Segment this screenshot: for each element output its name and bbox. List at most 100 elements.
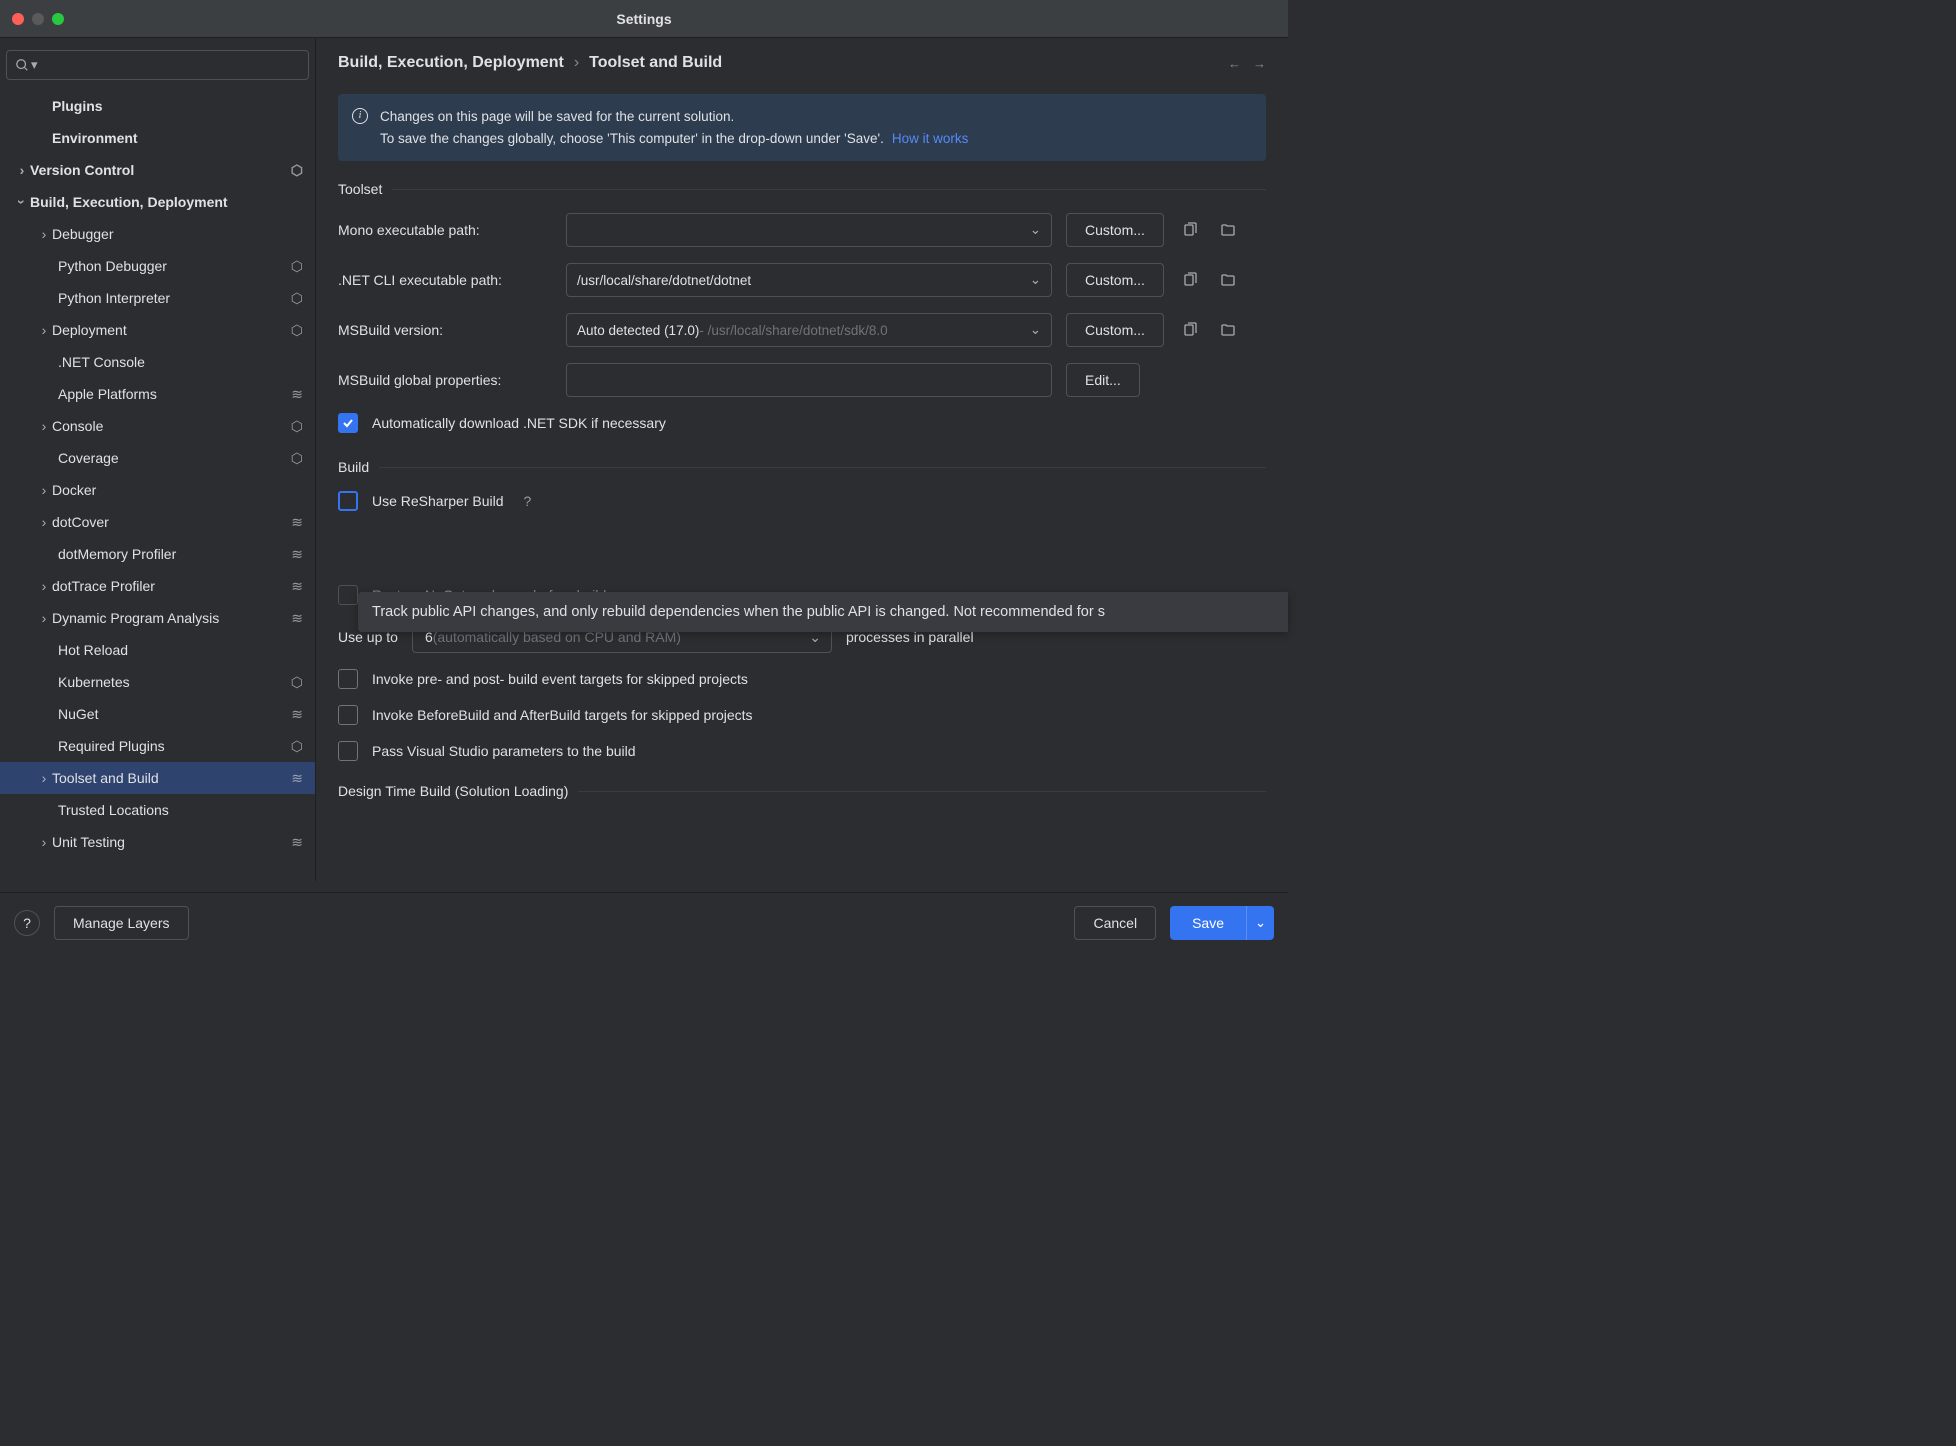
close-window-button[interactable]	[12, 13, 24, 25]
auto-download-sdk-label: Automatically download .NET SDK if neces…	[372, 415, 666, 431]
mono-path-select[interactable]: ⌄	[566, 213, 1052, 247]
sidebar-item-apple-platforms[interactable]: Apple Platforms≋	[0, 378, 315, 410]
breadcrumb-current: Toolset and Build	[589, 54, 722, 72]
scope-icon: ⬡	[291, 418, 303, 435]
invoke-beforeafter-checkbox[interactable]	[338, 705, 358, 725]
sidebar-item-dynamic-program-analysis[interactable]: ›Dynamic Program Analysis≋	[0, 602, 315, 634]
copy-icon[interactable]	[1178, 318, 1202, 342]
msbuild-version-select[interactable]: Auto detected (17.0) - /usr/local/share/…	[566, 313, 1052, 347]
chevron-down-icon: ⌄	[1030, 272, 1041, 288]
use-resharper-build-label: Use ReSharper Build	[372, 493, 504, 509]
layers-icon: ≋	[291, 706, 303, 723]
sidebar-item-docker[interactable]: ›Docker	[0, 474, 315, 506]
pass-vs-params-label: Pass Visual Studio parameters to the bui…	[372, 743, 636, 759]
nav-forward-button[interactable]: →	[1253, 56, 1266, 71]
sidebar-item-dotmemory-profiler[interactable]: dotMemory Profiler≋	[0, 538, 315, 570]
sidebar-item-coverage[interactable]: Coverage⬡	[0, 442, 315, 474]
help-icon[interactable]: ?	[524, 493, 532, 509]
layers-icon: ≋	[291, 578, 303, 595]
netcli-path-select[interactable]: /usr/local/share/dotnet/dotnet⌄	[566, 263, 1052, 297]
invoke-prepost-label: Invoke pre- and post- build event target…	[372, 671, 748, 687]
scope-icon: ⬡	[291, 450, 303, 467]
cancel-button[interactable]: Cancel	[1074, 906, 1156, 940]
banner-line2: To save the changes globally, choose 'Th…	[380, 131, 884, 146]
sidebar-item-nuget[interactable]: NuGet≋	[0, 698, 315, 730]
dialog-footer: ? Manage Layers Cancel Save ⌄	[0, 892, 1288, 952]
use-resharper-build-checkbox[interactable]	[338, 491, 358, 511]
window-title: Settings	[616, 11, 671, 27]
msbuild-props-input[interactable]	[566, 363, 1052, 397]
msbuild-props-label: MSBuild global properties:	[338, 372, 552, 388]
msbuild-version-label: MSBuild version:	[338, 322, 552, 338]
sidebar-item-required-plugins[interactable]: Required Plugins⬡	[0, 730, 315, 762]
breadcrumb-root[interactable]: Build, Execution, Deployment	[338, 54, 564, 72]
sidebar-item-build-execution-deployment[interactable]: ›Build, Execution, Deployment	[0, 186, 315, 218]
sidebar-item-plugins[interactable]: Plugins	[0, 90, 315, 122]
invoke-prepost-checkbox[interactable]	[338, 669, 358, 689]
folder-icon[interactable]	[1216, 218, 1240, 242]
scope-icon: ⬡	[291, 258, 303, 275]
info-banner: i Changes on this page will be saved for…	[338, 94, 1266, 161]
scope-icon: ⬡	[291, 290, 303, 307]
netcli-custom-button[interactable]: Custom...	[1066, 263, 1164, 297]
copy-icon[interactable]	[1178, 218, 1202, 242]
mono-custom-button[interactable]: Custom...	[1066, 213, 1164, 247]
search-input[interactable]: ▾	[6, 50, 309, 80]
sidebar-item-console[interactable]: ›Console⬡	[0, 410, 315, 442]
sidebar-item-environment[interactable]: Environment	[0, 122, 315, 154]
sidebar-item-kubernetes[interactable]: Kubernetes⬡	[0, 666, 315, 698]
restore-nuget-checkbox[interactable]	[338, 585, 358, 605]
layers-icon: ≋	[291, 514, 303, 531]
invoke-beforeafter-label: Invoke BeforeBuild and AfterBuild target…	[372, 707, 753, 723]
pass-vs-params-checkbox[interactable]	[338, 741, 358, 761]
layers-icon: ≋	[291, 546, 303, 563]
chevron-right-icon: ›	[574, 54, 579, 72]
manage-layers-button[interactable]: Manage Layers	[54, 906, 189, 940]
sidebar-item-debugger[interactable]: ›Debugger	[0, 218, 315, 250]
sidebar-item-net-console[interactable]: .NET Console	[0, 346, 315, 378]
sidebar-item-trusted-locations[interactable]: Trusted Locations	[0, 794, 315, 826]
search-icon	[15, 58, 29, 72]
chevron-down-icon: ⌄	[1030, 222, 1041, 238]
msbuild-custom-button[interactable]: Custom...	[1066, 313, 1164, 347]
folder-icon[interactable]	[1216, 268, 1240, 292]
section-build: Build	[338, 459, 1266, 475]
scope-icon: ⬡	[291, 162, 303, 179]
how-it-works-link[interactable]: How it works	[892, 131, 969, 146]
layers-icon: ≋	[291, 770, 303, 787]
mono-path-label: Mono executable path:	[338, 222, 552, 238]
sidebar-item-deployment[interactable]: ›Deployment⬡	[0, 314, 315, 346]
copy-icon[interactable]	[1178, 268, 1202, 292]
sidebar-item-dotcover[interactable]: ›dotCover≋	[0, 506, 315, 538]
sidebar-item-unit-testing[interactable]: ›Unit Testing≋	[0, 826, 315, 858]
netcli-path-label: .NET CLI executable path:	[338, 272, 552, 288]
banner-line1: Changes on this page will be saved for t…	[380, 106, 968, 128]
titlebar: Settings	[0, 0, 1288, 38]
tooltip: Track public API changes, and only rebui…	[358, 592, 1288, 632]
folder-icon[interactable]	[1216, 318, 1240, 342]
sidebar-item-dottrace-profiler[interactable]: ›dotTrace Profiler≋	[0, 570, 315, 602]
auto-download-sdk-checkbox[interactable]	[338, 413, 358, 433]
breadcrumb: Build, Execution, Deployment › Toolset a…	[338, 54, 1266, 72]
edit-button[interactable]: Edit...	[1066, 363, 1140, 397]
scope-icon: ⬡	[291, 738, 303, 755]
chevron-down-icon: ⌄	[1030, 322, 1041, 338]
sidebar-item-hot-reload[interactable]: Hot Reload	[0, 634, 315, 666]
help-button[interactable]: ?	[14, 910, 40, 936]
layers-icon: ≋	[291, 386, 303, 403]
sidebar-item-python-interpreter[interactable]: Python Interpreter⬡	[0, 282, 315, 314]
scope-icon: ⬡	[291, 322, 303, 339]
section-toolset: Toolset	[338, 181, 1266, 197]
section-design-time-build: Design Time Build (Solution Loading)	[338, 783, 1266, 799]
save-dropdown-button[interactable]: ⌄	[1246, 906, 1274, 940]
nav-back-button[interactable]: ←	[1228, 56, 1241, 71]
sidebar-item-toolset-and-build[interactable]: ›Toolset and Build≋	[0, 762, 315, 794]
save-button[interactable]: Save	[1170, 906, 1246, 940]
scope-icon: ⬡	[291, 674, 303, 691]
info-icon: i	[352, 108, 368, 124]
maximize-window-button[interactable]	[52, 13, 64, 25]
layers-icon: ≋	[291, 610, 303, 627]
sidebar-item-version-control[interactable]: ›Version Control⬡	[0, 154, 315, 186]
sidebar-item-python-debugger[interactable]: Python Debugger⬡	[0, 250, 315, 282]
minimize-window-button[interactable]	[32, 13, 44, 25]
